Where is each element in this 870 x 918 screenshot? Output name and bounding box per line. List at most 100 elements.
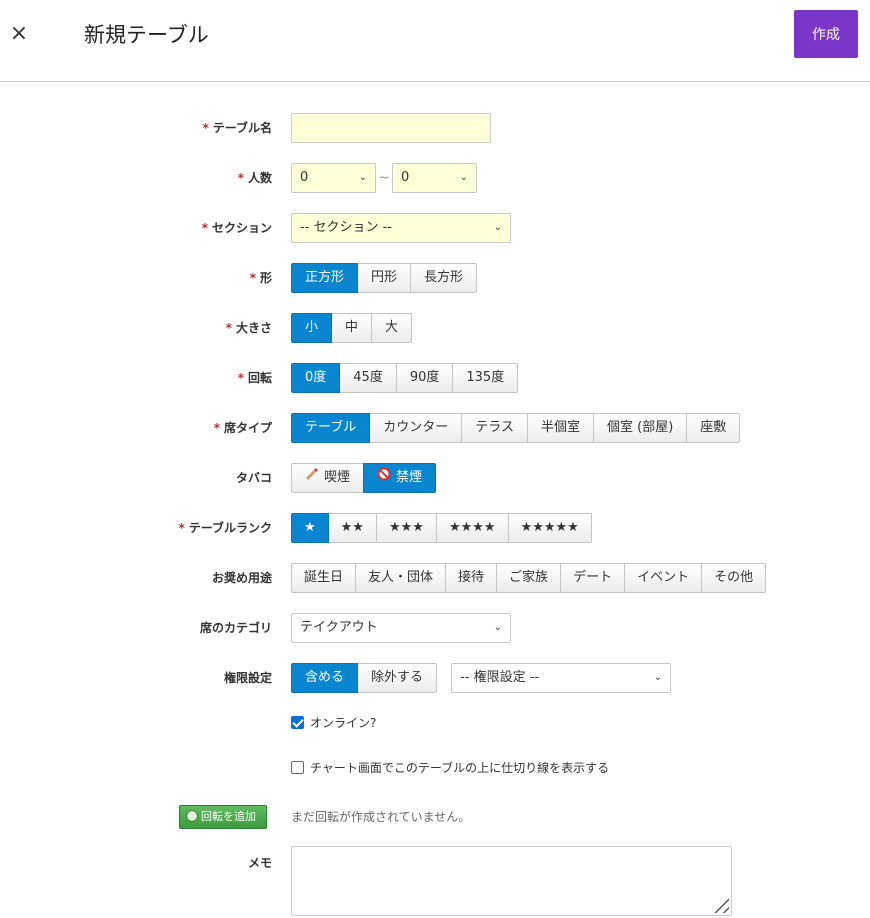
rotation-option-0[interactable]: 0度 [291, 363, 341, 393]
shape-row: * 形 正方形 円形 長方形 [0, 263, 870, 293]
divider-checkbox[interactable] [291, 761, 304, 774]
chevron-down-icon: ⌄ [493, 222, 502, 233]
divider-label: チャート画面でこのテーブルの上に仕切り線を表示する [310, 761, 610, 775]
smoking-option[interactable]: 喫煙 [291, 463, 365, 493]
required-mark: * [237, 171, 244, 185]
rank-option-4[interactable]: ★★★★ [435, 513, 509, 543]
required-mark: * [178, 521, 185, 535]
no-smoking-icon [377, 464, 391, 492]
size-option-medium[interactable]: 中 [331, 313, 373, 343]
seat-type-row: * 席タイプ テーブル カウンター テラス 半個室 個室 (部屋) 座敷 [0, 413, 870, 443]
size-option-small[interactable]: 小 [291, 313, 333, 343]
permission-button-group: 含める 除外する [291, 663, 438, 693]
rotation-option-90[interactable]: 90度 [395, 363, 454, 393]
online-label: オンライン? [310, 716, 377, 730]
table-name-label: * テーブル名 [202, 121, 272, 135]
close-icon[interactable]: × [8, 22, 30, 46]
add-rotation-button[interactable]: 回転を追加 [179, 805, 267, 829]
use-option-other[interactable]: その他 [701, 563, 767, 593]
chevron-down-icon: ⌄ [459, 172, 468, 183]
range-separator: ~ [378, 170, 390, 186]
table-form: * テーブル名 * 人数 0 ⌄ ~0 ⌄ * セクション -- セクション -- ⌄ * 形 … [0, 82, 870, 918]
use-option-event[interactable]: イベント [624, 563, 703, 593]
permission-row: 権限設定 含める 除外する -- 権限設定 -- ⌄ [0, 663, 870, 693]
table-rank-row: * テーブルランク ★ ★★ ★★★ ★★★★ ★★★★★ [0, 513, 870, 543]
rank-option-3[interactable]: ★★★ [375, 513, 437, 543]
memo-label: メモ [247, 856, 272, 870]
no-smoking-option[interactable]: 禁煙 [363, 463, 437, 493]
use-option-friends[interactable]: 友人・団体 [355, 563, 447, 593]
rotation-option-135[interactable]: 135度 [452, 363, 519, 393]
size-label: * 大きさ [225, 321, 272, 335]
permission-exclude-option[interactable]: 除外する [357, 663, 438, 693]
rank-option-2[interactable]: ★★ [327, 513, 377, 543]
section-select[interactable]: -- セクション -- ⌄ [291, 213, 511, 243]
required-mark: * [237, 371, 244, 385]
recommended-use-button-group: 誕生日 友人・団体 接待 ご家族 デート イベント その他 [291, 563, 767, 593]
table-rank-button-group: ★ ★★ ★★★ ★★★★ ★★★★★ [291, 513, 592, 543]
shape-option-rectangle[interactable]: 長方形 [410, 263, 478, 293]
shape-button-group: 正方形 円形 長方形 [291, 263, 478, 293]
people-max-select[interactable]: 0 ⌄ [392, 163, 477, 193]
use-option-family[interactable]: ご家族 [496, 563, 562, 593]
seat-category-select[interactable]: テイクアウト ⌄ [291, 613, 511, 643]
divider-checkbox-row[interactable]: チャート画面でこのテーブルの上に仕切り線を表示する [291, 758, 609, 778]
shape-option-circle[interactable]: 円形 [357, 263, 412, 293]
tobacco-button-group: 喫煙 禁煙 [291, 463, 437, 493]
recommended-use-row: お奨め用途 誕生日 友人・団体 接待 ご家族 デート イベント その他 [0, 563, 870, 593]
table-name-input[interactable] [291, 113, 491, 143]
chevron-down-icon: ⌄ [358, 172, 367, 183]
seat-type-option-counter[interactable]: カウンター [369, 413, 463, 443]
seat-type-option-zashiki[interactable]: 座敷 [686, 413, 741, 443]
section-label: * セクション [201, 221, 272, 235]
rotation-option-45[interactable]: 45度 [339, 363, 397, 393]
create-button[interactable]: 作成 [794, 10, 858, 58]
people-min-select[interactable]: 0 ⌄ [291, 163, 376, 193]
page-title: 新規テーブル [84, 23, 209, 47]
shape-option-square[interactable]: 正方形 [291, 263, 359, 293]
seat-type-button-group: テーブル カウンター テラス 半個室 個室 (部屋) 座敷 [291, 413, 741, 443]
required-mark: * [249, 271, 256, 285]
size-row: * 大きさ 小 中 大 [0, 313, 870, 343]
add-rotation-icon [186, 810, 198, 822]
seat-type-option-table[interactable]: テーブル [291, 413, 371, 443]
seat-type-label: * 席タイプ [213, 421, 272, 435]
table-rank-label: * テーブルランク [178, 521, 272, 535]
memo-textarea[interactable] [291, 846, 732, 916]
top-bar: × 新規テーブル 作成 [0, 0, 870, 82]
permission-label: 権限設定 [223, 671, 272, 685]
online-checkbox[interactable] [291, 716, 304, 729]
no-rotation-message: まだ回転が作成されていません。 [291, 810, 471, 824]
seat-type-option-terrace[interactable]: テラス [461, 413, 528, 443]
cigarette-icon [305, 464, 319, 492]
online-checkbox-row[interactable]: オンライン? [291, 713, 376, 733]
resize-handle-icon[interactable] [711, 895, 729, 913]
size-button-group: 小 中 大 [291, 313, 413, 343]
seat-type-option-private[interactable]: 個室 (部屋) [593, 413, 688, 443]
seat-category-label: 席のカテゴリ [199, 621, 272, 635]
use-option-business[interactable]: 接待 [445, 563, 498, 593]
chevron-down-icon: ⌄ [653, 672, 663, 683]
required-mark: * [225, 321, 232, 335]
seat-category-row: 席のカテゴリ テイクアウト ⌄ [0, 613, 870, 643]
permission-select[interactable]: -- 権限設定 -- ⌄ [451, 663, 672, 693]
permission-include-option[interactable]: 含める [291, 663, 359, 693]
use-option-date[interactable]: デート [560, 563, 626, 593]
required-mark: * [202, 121, 209, 135]
rotation-label: * 回転 [237, 371, 272, 385]
people-row: * 人数 0 ⌄ ~0 ⌄ [0, 163, 870, 193]
use-option-birthday[interactable]: 誕生日 [291, 563, 357, 593]
section-row: * セクション -- セクション -- ⌄ [0, 213, 870, 243]
shape-label: * 形 [249, 271, 272, 285]
seat-type-option-semi-private[interactable]: 半個室 [527, 413, 595, 443]
recommended-use-label: お奨め用途 [211, 571, 272, 585]
rotation-row: * 回転 0度 45度 90度 135度 [0, 363, 870, 393]
rank-option-5[interactable]: ★★★★★ [507, 513, 592, 543]
rotation-button-group: 0度 45度 90度 135度 [291, 363, 519, 393]
people-label: * 人数 [237, 171, 272, 185]
chevron-down-icon: ⌄ [493, 622, 502, 633]
table-name-row: * テーブル名 [0, 113, 870, 143]
tobacco-row: タバコ 喫煙 禁煙 [0, 463, 870, 493]
size-option-large[interactable]: 大 [371, 313, 413, 343]
rank-option-1[interactable]: ★ [291, 513, 329, 543]
